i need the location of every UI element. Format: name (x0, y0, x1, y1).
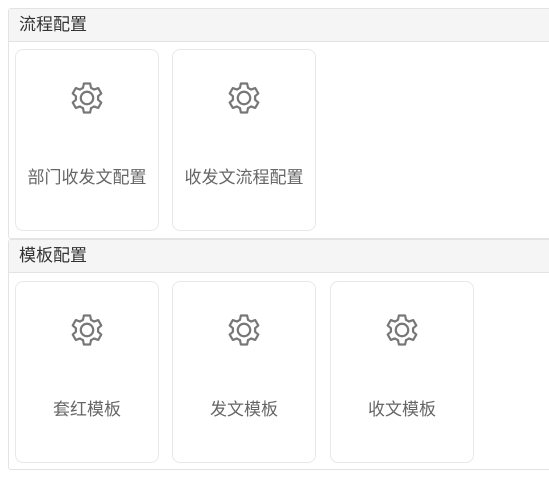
gear-icon (228, 314, 260, 346)
card-label: 收发文流程配置 (184, 168, 304, 188)
gear-icon (386, 314, 418, 346)
gear-icon (71, 82, 103, 114)
dept-doc-config-card[interactable]: 部门收发文配置 (15, 49, 159, 231)
incoming-template-card[interactable]: 收文模板 (330, 281, 474, 463)
card-label: 部门收发文配置 (27, 168, 147, 188)
panel-title: 流程配置 (9, 9, 549, 42)
gear-icon (71, 314, 103, 346)
card-label: 套红模板 (53, 400, 121, 420)
panel-title: 模板配置 (9, 240, 549, 273)
outgoing-template-card[interactable]: 发文模板 (172, 281, 316, 463)
card-label: 收文模板 (368, 400, 436, 420)
card-label: 发文模板 (210, 400, 278, 420)
doc-flow-config-card[interactable]: 收发文流程配置 (172, 49, 316, 231)
gear-icon (228, 82, 260, 114)
red-header-template-card[interactable]: 套红模板 (15, 281, 159, 463)
